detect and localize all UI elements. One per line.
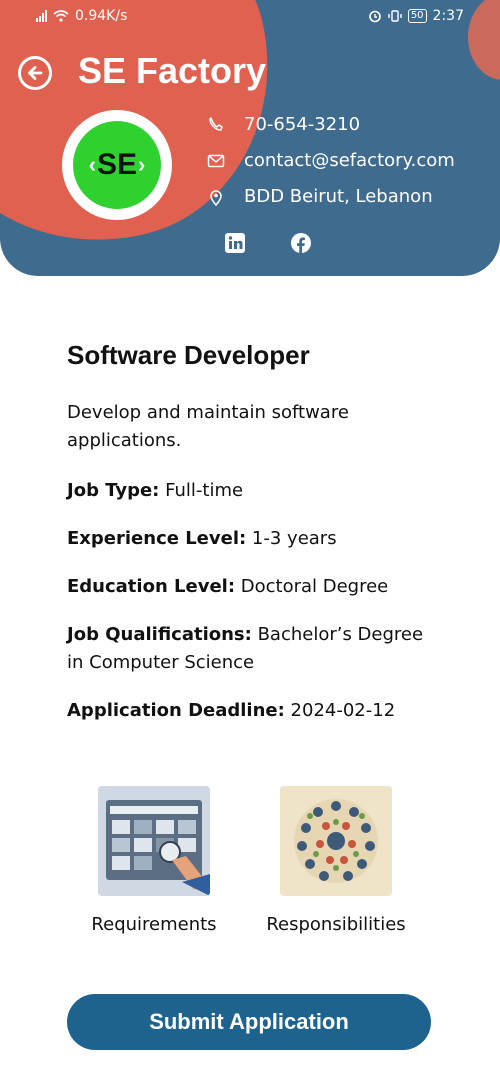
detail-value: Full-time [159, 480, 244, 501]
vibrate-icon [388, 10, 402, 22]
alarm-icon [369, 10, 381, 23]
mail-icon [207, 154, 225, 167]
facebook-icon[interactable] [290, 232, 312, 254]
responsibilities-card[interactable]: Responsibilities [260, 786, 412, 935]
job-description: Develop and maintain software applicatio… [67, 402, 349, 451]
phone-icon [209, 116, 223, 131]
detail-application-deadline: Application Deadline: 2024-02-12 [67, 697, 437, 725]
requirements-image [98, 786, 210, 896]
job-details: Software Developer Develop and maintain … [67, 340, 437, 745]
detail-value: 1-3 years [246, 528, 337, 549]
email-row[interactable]: contact@sefactory.com [206, 150, 455, 171]
clock: 2:37 [432, 8, 464, 24]
requirements-label: Requirements [91, 914, 217, 935]
job-title: Software Developer [67, 340, 310, 370]
company-logo: ‹ SE › [62, 110, 172, 220]
detail-job-qualifications: Job Qualifications: Bachelor’s Degree in… [67, 621, 437, 677]
phone-row[interactable]: 70-654-3210 [206, 114, 360, 135]
status-bar: 0.94K/s 50 2:37 [0, 8, 500, 28]
network-speed: 0.94K/s [75, 8, 128, 24]
detail-value: 2024-02-12 [284, 700, 396, 721]
wifi-icon [53, 10, 69, 22]
location-pin-icon [210, 189, 222, 206]
detail-education-level: Education Level: Doctoral Degree [67, 573, 437, 601]
responsibilities-image [280, 786, 392, 896]
arrow-left-icon [28, 66, 43, 80]
battery-icon: 50 [407, 9, 427, 23]
detail-label: Application Deadline: [67, 700, 285, 721]
detail-experience-level: Experience Level: 1-3 years [67, 525, 437, 553]
logo-text: SE [96, 148, 138, 181]
linkedin-icon[interactable] [224, 232, 246, 254]
responsibilities-label: Responsibilities [266, 914, 406, 935]
detail-label: Experience Level: [67, 528, 247, 549]
detail-label: Job Qualifications: [67, 624, 252, 645]
back-button[interactable] [18, 56, 52, 90]
requirements-card[interactable]: Requirements [88, 786, 220, 935]
detail-label: Job Type: [67, 480, 160, 501]
company-header: 0.94K/s 50 2:37 SE Factory ‹ SE › 70-654… [0, 0, 500, 276]
phone-number: 70-654-3210 [244, 114, 361, 135]
detail-value: Doctoral Degree [235, 576, 389, 597]
submit-application-button[interactable]: Submit Application [67, 994, 431, 1050]
address: BDD Beirut, Lebanon [244, 186, 433, 207]
company-name: SE Factory [78, 50, 267, 91]
detail-label: Education Level: [67, 576, 236, 597]
detail-job-type: Job Type: Full-time [67, 477, 437, 505]
email-address: contact@sefactory.com [244, 150, 455, 171]
address-row[interactable]: BDD Beirut, Lebanon [206, 186, 433, 207]
signal-icon [36, 10, 47, 22]
